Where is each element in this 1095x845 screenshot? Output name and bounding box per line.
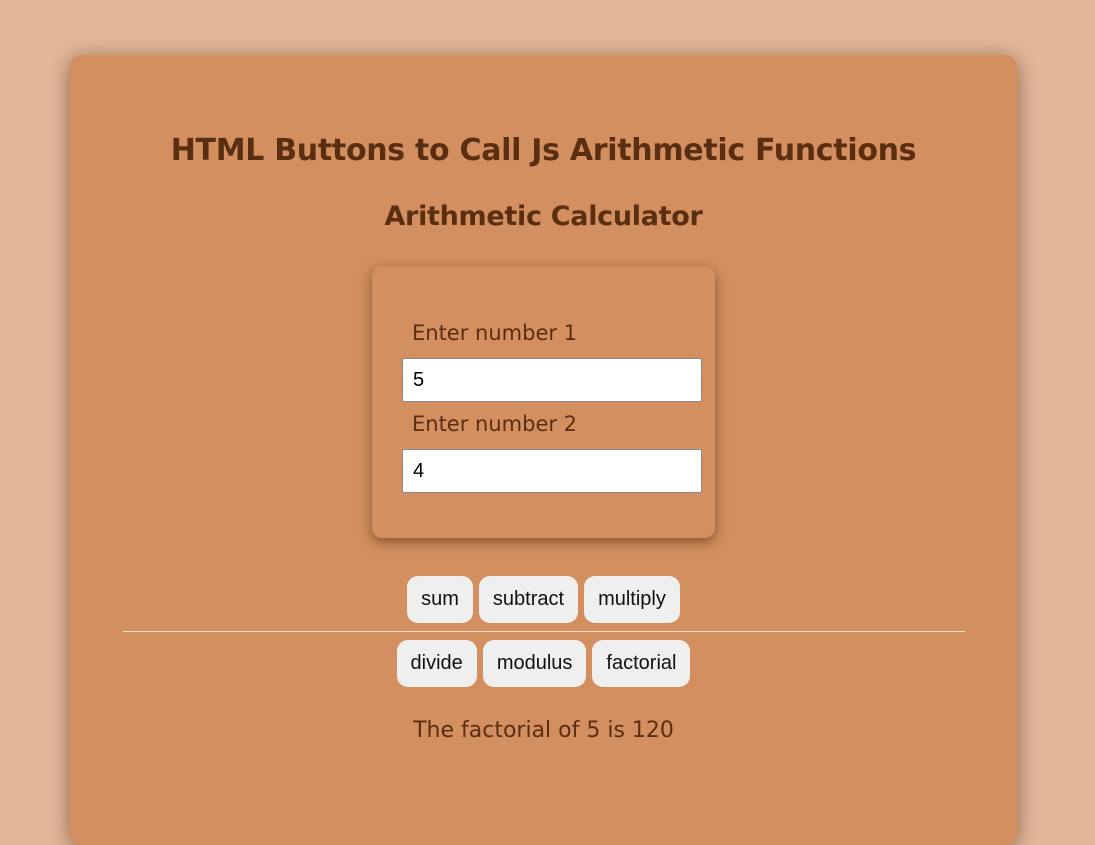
number1-input[interactable]	[402, 358, 702, 402]
number1-label: Enter number 1	[412, 321, 578, 345]
input-panel: Enter number 1 Enter number 2	[372, 266, 715, 538]
calculator-card: HTML Buttons to Call Js Arithmetic Funct…	[70, 55, 1017, 845]
number2-label: Enter number 2	[412, 412, 578, 436]
page-title: HTML Buttons to Call Js Arithmetic Funct…	[170, 133, 917, 168]
divider	[123, 631, 965, 632]
button-row-1: sum subtract multiply	[70, 576, 1017, 623]
button-row-2: divide modulus factorial	[70, 640, 1017, 687]
divide-button[interactable]: divide	[396, 640, 477, 687]
multiply-button[interactable]: multiply	[584, 576, 680, 623]
modulus-button[interactable]: modulus	[482, 640, 587, 687]
sum-button[interactable]: sum	[407, 576, 473, 623]
result-text: The factorial of 5 is 120	[413, 718, 674, 743]
factorial-button[interactable]: factorial	[592, 640, 691, 687]
calculator-subtitle: Arithmetic Calculator	[384, 201, 703, 232]
number2-input[interactable]	[402, 449, 702, 493]
subtract-button[interactable]: subtract	[478, 576, 579, 623]
